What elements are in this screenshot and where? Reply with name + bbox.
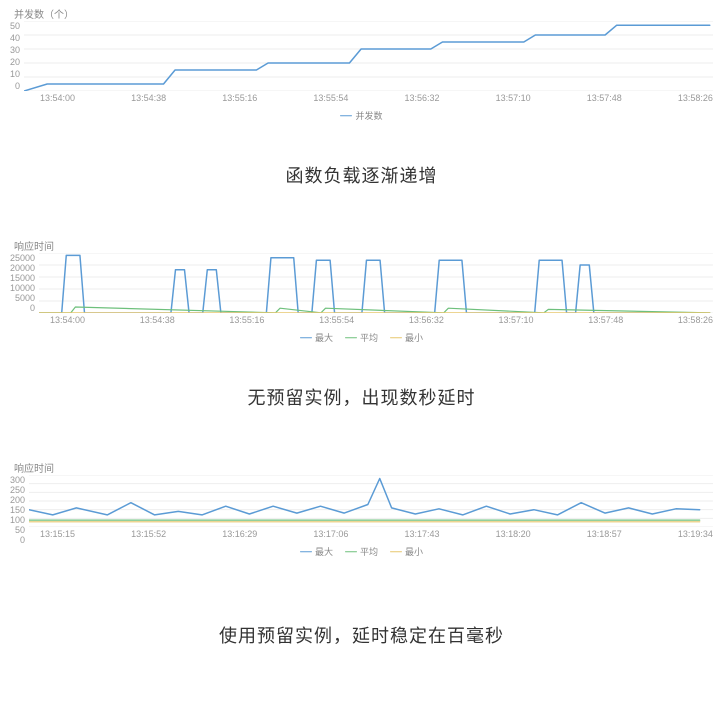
legend-item: 最小 — [390, 331, 423, 344]
caption: 函数负载逐渐递增 — [0, 162, 723, 188]
legend-label: 并发数 — [355, 109, 382, 122]
plot-area — [39, 253, 713, 313]
plot-wrap: 2500020000150001000050000 — [10, 253, 713, 313]
chart-svg — [39, 253, 713, 313]
legend-item: 最小 — [390, 545, 423, 558]
legend-label: 最大 — [315, 545, 333, 558]
chart-svg — [24, 21, 713, 91]
x-axis: 13:54:0013:54:3813:55:1613:55:5413:56:32… — [50, 315, 713, 325]
y-axis: 300250200150100500 — [10, 475, 29, 527]
chart-title: 响应时间 — [14, 238, 713, 253]
legend-swatch-icon — [340, 113, 352, 119]
legend-swatch-icon — [390, 549, 402, 555]
legend-label: 最大 — [315, 331, 333, 344]
legend-label: 最小 — [405, 545, 423, 558]
chart-svg — [29, 475, 713, 527]
y-axis: 50403020100 — [10, 21, 24, 91]
legend-item: 并发数 — [340, 109, 382, 122]
plot-wrap: 300250200150100500 — [10, 475, 713, 527]
chart-1: 并发数（个） 50403020100 13:54:0013:54:3813:55… — [0, 0, 723, 126]
legend-item: 最大 — [300, 545, 333, 558]
legend-item: 平均 — [345, 331, 378, 344]
legend: 最大 平均 最小 — [10, 331, 713, 344]
plot-area — [29, 475, 713, 527]
legend: 最大 平均 最小 — [10, 545, 713, 558]
legend-swatch-icon — [300, 549, 312, 555]
chart-2: 响应时间 2500020000150001000050000 13:54:001… — [0, 232, 723, 348]
legend-item: 平均 — [345, 545, 378, 558]
legend-swatch-icon — [345, 335, 357, 341]
caption: 无预留实例，出现数秒延时 — [0, 384, 723, 410]
legend-label: 平均 — [360, 331, 378, 344]
plot-wrap: 50403020100 — [10, 21, 713, 91]
x-axis: 13:54:0013:54:3813:55:1613:55:5413:56:32… — [40, 93, 713, 103]
chart-title: 并发数（个） — [14, 6, 713, 21]
legend-swatch-icon — [390, 335, 402, 341]
y-axis: 2500020000150001000050000 — [10, 253, 39, 313]
legend: 并发数 — [10, 109, 713, 122]
caption: 使用预留实例，延时稳定在百毫秒 — [0, 622, 723, 648]
legend-swatch-icon — [345, 549, 357, 555]
x-axis: 13:15:1513:15:5213:16:2913:17:0613:17:43… — [40, 529, 713, 539]
chart-title: 响应时间 — [14, 460, 713, 475]
legend-label: 平均 — [360, 545, 378, 558]
legend-swatch-icon — [300, 335, 312, 341]
chart-3: 响应时间 300250200150100500 13:15:1513:15:52… — [0, 454, 723, 562]
legend-item: 最大 — [300, 331, 333, 344]
plot-area — [24, 21, 713, 91]
legend-label: 最小 — [405, 331, 423, 344]
